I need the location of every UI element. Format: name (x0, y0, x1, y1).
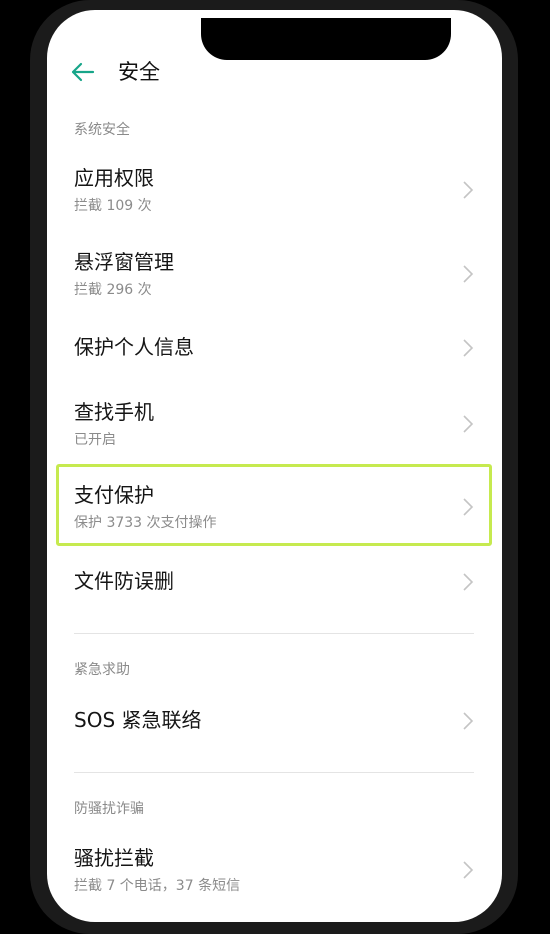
chevron-right-icon (463, 265, 474, 283)
item-title: 保护个人信息 (74, 335, 194, 359)
chevron-right-icon (463, 573, 474, 591)
chevron-right-icon (463, 181, 474, 199)
chevron-right-icon (463, 415, 474, 433)
item-title: 查找手机 (74, 400, 154, 424)
sos-emergency-contact-item[interactable]: SOS 紧急联络 (47, 699, 502, 745)
app-permissions-item[interactable]: 应用权限 拦截 109 次 (47, 158, 502, 228)
divider (74, 772, 474, 773)
item-title: SOS 紧急联络 (74, 708, 202, 732)
divider (74, 633, 474, 634)
section-title-emergency: 紧急求助 (74, 662, 130, 678)
item-subtitle: 拦截 296 次 (74, 282, 152, 298)
chevron-right-icon (463, 861, 474, 879)
item-title: 文件防误删 (74, 569, 174, 593)
phone-screen: 安全 系统安全 应用权限 拦截 109 次 悬浮窗管理 拦截 296 次 保护个… (47, 10, 502, 922)
item-title: 应用权限 (74, 166, 154, 190)
section-title-system-security: 系统安全 (74, 122, 130, 138)
floating-window-item[interactable]: 悬浮窗管理 拦截 296 次 (47, 242, 502, 312)
chevron-right-icon (463, 712, 474, 730)
item-subtitle: 保护 3733 次支付操作 (74, 515, 217, 531)
item-subtitle: 拦截 109 次 (74, 198, 152, 214)
camera-notch (201, 18, 451, 60)
section-title-anti-fraud: 防骚扰诈骗 (74, 801, 144, 817)
protect-personal-info-item[interactable]: 保护个人信息 (47, 326, 502, 372)
harassment-blocking-item[interactable]: 骚扰拦截 拦截 7 个电话，37 条短信 (47, 838, 502, 908)
item-title: 骚扰拦截 (74, 846, 154, 870)
file-delete-protection-item[interactable]: 文件防误删 (47, 560, 502, 606)
item-subtitle: 拦截 7 个电话，37 条短信 (74, 878, 241, 894)
item-title: 支付保护 (74, 483, 154, 507)
item-title: 悬浮窗管理 (74, 250, 174, 274)
item-subtitle: 已开启 (74, 432, 116, 448)
page-title: 安全 (118, 60, 160, 84)
chevron-right-icon (463, 339, 474, 357)
find-phone-item[interactable]: 查找手机 已开启 (47, 392, 502, 462)
payment-protection-item[interactable]: 支付保护 保护 3733 次支付操作 (47, 475, 502, 545)
chevron-right-icon (463, 498, 474, 516)
arrow-left-icon[interactable] (69, 58, 97, 86)
